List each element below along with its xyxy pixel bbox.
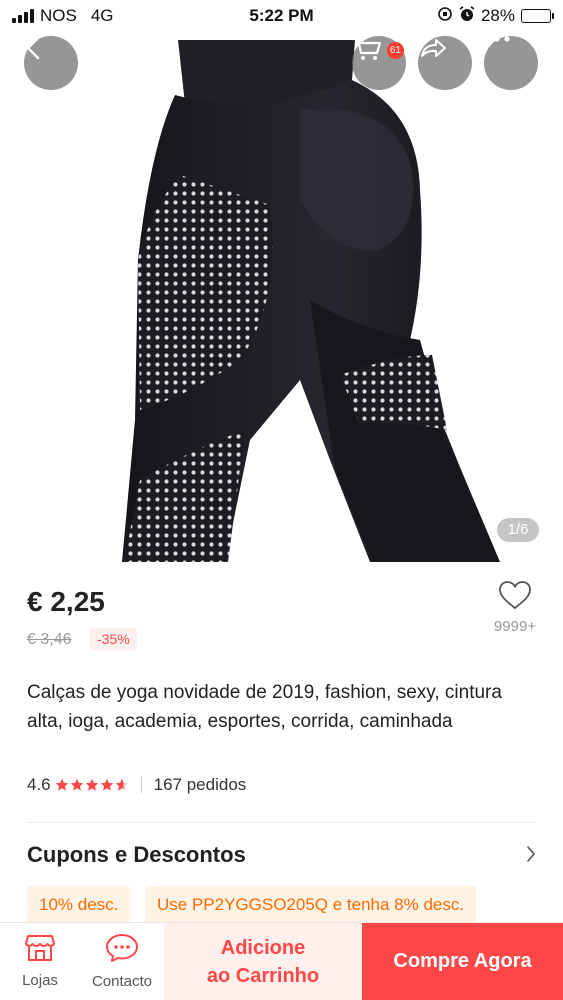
contact-button[interactable]: Contacto xyxy=(80,923,164,1000)
current-price: € 2,25 xyxy=(27,586,105,617)
star-icon xyxy=(115,778,128,791)
orders-count: 167 pedidos xyxy=(153,775,247,794)
star-icon xyxy=(85,778,98,791)
rating-value: 4.6 xyxy=(27,775,51,794)
alarm-icon xyxy=(459,5,475,27)
status-time: 5:22 PM xyxy=(249,6,314,25)
heart-icon xyxy=(498,580,532,615)
coupon-tag[interactable]: Use PP2YGGSO205Q e tenha 8% desc. xyxy=(145,886,477,924)
store-icon xyxy=(25,934,55,966)
image-counter: 1/6 xyxy=(497,518,539,542)
chevron-right-icon[interactable] xyxy=(526,845,536,868)
battery-percent: 28% xyxy=(480,6,515,25)
wishlist-count: 9999+ xyxy=(493,618,537,635)
carrier-name: NOS xyxy=(40,6,77,25)
section-divider xyxy=(27,822,536,823)
star-icon xyxy=(55,778,68,791)
store-button[interactable]: Lojas xyxy=(0,923,80,1000)
rating-separator xyxy=(140,777,142,793)
battery-icon xyxy=(521,9,554,23)
chat-icon xyxy=(105,933,139,967)
more-options-button[interactable] xyxy=(484,36,538,90)
star-rating xyxy=(55,778,129,792)
orientation-lock-icon xyxy=(437,6,453,27)
cart-button[interactable]: 61 xyxy=(352,36,406,90)
buy-now-button[interactable]: Compre Agora xyxy=(362,923,563,1000)
share-button[interactable] xyxy=(418,36,472,90)
discount-badge: -35% xyxy=(90,628,137,650)
coupon-tag[interactable]: 10% desc. xyxy=(27,886,131,924)
cart-count-badge: 61 xyxy=(386,42,404,59)
status-bar: NOS 4G 5:22 PM 28% xyxy=(0,0,563,32)
back-button[interactable] xyxy=(24,36,78,90)
star-icon xyxy=(70,778,83,791)
product-image-carousel[interactable]: 61 1/6 xyxy=(0,0,563,562)
wishlist-button[interactable]: 9999+ xyxy=(485,580,545,635)
signal-icon xyxy=(12,9,34,23)
bottom-action-bar: Lojas Contacto Adicione ao Carrinho Comp… xyxy=(0,922,563,1000)
product-photo xyxy=(122,40,500,562)
contact-label: Contacto xyxy=(91,973,153,990)
coupons-title[interactable]: Cupons e Descontos xyxy=(27,842,246,868)
network-type: 4G xyxy=(90,6,114,25)
star-icon xyxy=(100,778,113,791)
product-title: Calças de yoga novidade de 2019, fashion… xyxy=(27,682,502,732)
add-to-cart-button[interactable]: Adicione ao Carrinho xyxy=(164,923,362,1000)
rating-row[interactable]: 4.6 167 pedidos xyxy=(27,775,246,795)
original-price: € 3,46 xyxy=(27,631,72,648)
store-label: Lojas xyxy=(22,972,58,989)
